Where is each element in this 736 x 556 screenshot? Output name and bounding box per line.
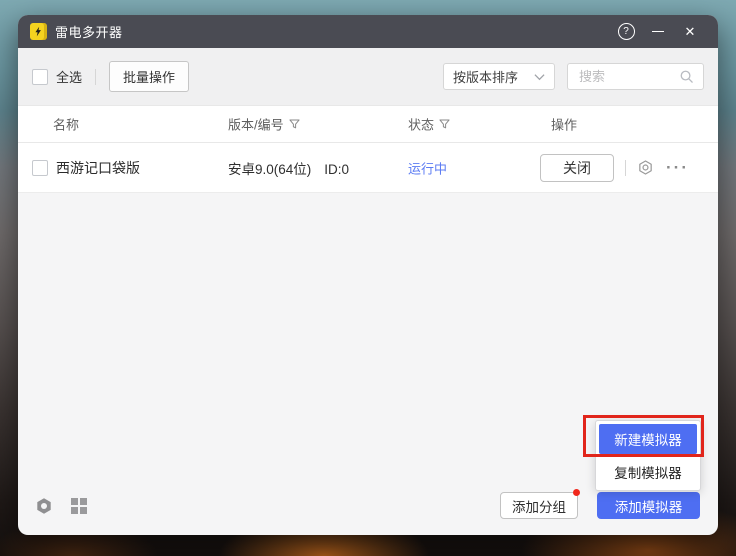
column-header-version: 版本/编号 [228, 115, 300, 134]
select-all-checkbox[interactable] [32, 69, 48, 85]
emulator-name: 西游记口袋版 [56, 158, 140, 178]
column-header-status: 状态 [408, 115, 450, 134]
status-badge: 运行中 [408, 158, 447, 177]
help-icon: ? [618, 23, 635, 40]
add-emulator-button[interactable]: 添加模拟器 [597, 492, 700, 519]
settings-gear-icon[interactable] [637, 159, 654, 176]
close-button[interactable]: ✕ [674, 15, 706, 48]
notification-dot [573, 489, 580, 496]
window-title: 雷电多开器 [55, 22, 123, 41]
select-all-label: 全选 [56, 67, 82, 86]
settings-gear-icon[interactable] [34, 496, 54, 516]
toolbar-right: 按版本排序 [443, 63, 704, 90]
toolbar: 全选 批量操作 按版本排序 [18, 48, 718, 105]
table-row: 西游记口袋版 安卓9.0(64位)ID:0 运行中 关闭 ··· [18, 143, 718, 193]
footer-icons [34, 495, 88, 517]
titlebar-buttons: ? ✕ [610, 15, 706, 48]
toolbar-divider [95, 69, 96, 85]
search-input[interactable] [577, 68, 679, 85]
menu-item-copy-emulator[interactable]: 复制模拟器 [599, 457, 697, 487]
column-header-actions: 操作 [551, 115, 577, 134]
search-box [567, 63, 704, 90]
sort-dropdown-value: 按版本排序 [453, 67, 518, 86]
grid-view-icon[interactable] [70, 497, 88, 515]
table-header: 名称 版本/编号 状态 操作 [18, 105, 718, 143]
help-button[interactable]: ? [610, 15, 642, 48]
minimize-button[interactable] [642, 15, 674, 48]
app-logo-icon [30, 23, 47, 40]
filter-icon[interactable] [289, 119, 300, 130]
more-options-icon[interactable]: ··· [666, 163, 689, 173]
row-checkbox[interactable] [32, 160, 48, 176]
filter-icon[interactable] [439, 119, 450, 130]
search-icon [679, 69, 694, 84]
batch-operations-button[interactable]: 批量操作 [109, 61, 189, 92]
stop-emulator-button[interactable]: 关闭 [540, 154, 614, 182]
chevron-down-icon [534, 73, 545, 81]
add-group-button[interactable]: 添加分组 [500, 492, 578, 519]
close-icon: ✕ [685, 25, 696, 38]
menu-item-new-emulator[interactable]: 新建模拟器 [599, 424, 697, 454]
titlebar: 雷电多开器 ? ✕ [18, 15, 718, 48]
emulator-id: ID:0 [324, 162, 349, 177]
minimize-icon [652, 31, 664, 33]
ops-divider [625, 160, 626, 176]
emulator-version: 安卓9.0(64位)ID:0 [228, 158, 349, 178]
row-operations: 关闭 ··· [540, 154, 689, 182]
add-emulator-popup-menu: 新建模拟器 复制模拟器 [595, 420, 701, 491]
app-window: 雷电多开器 ? ✕ 全选 批量操作 按版本排序 [18, 15, 718, 535]
column-header-name: 名称 [53, 115, 79, 134]
sort-dropdown[interactable]: 按版本排序 [443, 63, 555, 90]
